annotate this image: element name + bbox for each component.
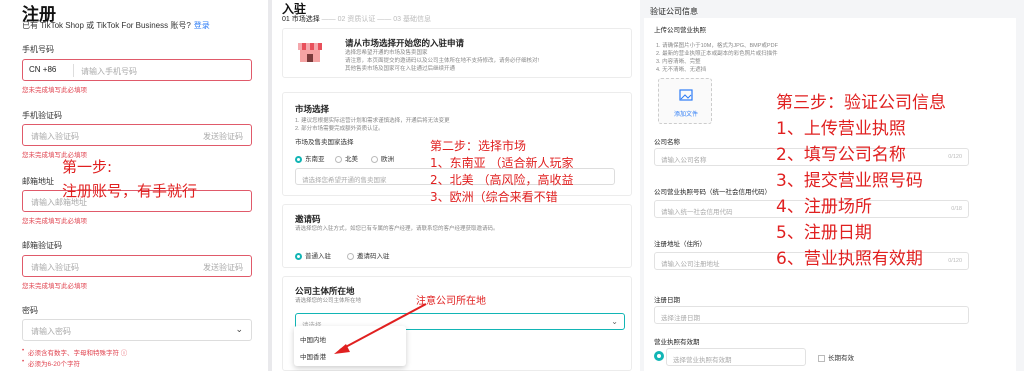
license-number-label: 公司营业执照号码（统一社会信用代码） xyxy=(654,189,771,196)
location-title: 公司主体所在地 xyxy=(295,286,355,296)
country-code-select[interactable]: CN +86 xyxy=(29,65,56,74)
step1-annotation-text: 注册账号，有手就行 xyxy=(62,182,198,200)
email-label: 邮箱地址 xyxy=(22,177,54,186)
invite-card: 邀请码 请选择您的入驻方式，如您已有专属的客户经理，请联系您的客户经理获取邀请码… xyxy=(282,204,632,268)
phone-code-label: 手机验证码 xyxy=(22,111,62,120)
password-label: 密码 xyxy=(22,306,38,315)
license-upload-label: 上传公司营业执照 xyxy=(654,27,706,34)
phone-field[interactable]: CN +86 请输入手机号码 xyxy=(22,59,252,81)
register-panel: 注册 已有 TikTok Shop 或 TikTok For Business … xyxy=(0,0,268,371)
email-code-field[interactable]: 请输入验证码 发送验证码 xyxy=(22,255,252,277)
phone-code-field[interactable]: 请输入验证码 发送验证码 xyxy=(22,124,252,146)
radio-na[interactable]: 北美 xyxy=(335,153,358,163)
email-error: 您未完成填写此必填项 xyxy=(22,218,87,225)
storefront-icon xyxy=(298,43,322,62)
dropdown-option[interactable]: 中国内地 xyxy=(300,334,326,344)
radio-invite[interactable]: 邀请码入驻 xyxy=(347,250,390,260)
invite-title: 邀请码 xyxy=(295,214,321,224)
bullet-dot: • xyxy=(22,359,25,365)
step-1: 01 市场选择 xyxy=(282,16,320,23)
reg-date-picker[interactable]: 选择注册日期 xyxy=(654,306,969,324)
validity-radio[interactable] xyxy=(654,351,664,361)
password-hint: 必须含有数字、字母和特殊字符 ⓘ xyxy=(28,350,128,357)
phone-placeholder: 请输入手机号码 xyxy=(81,67,137,76)
image-upload-icon xyxy=(679,89,693,101)
eye-toggle-icon[interactable]: ⌄ xyxy=(235,324,243,335)
radio-sea[interactable]: 东南亚 xyxy=(295,153,325,163)
intro-title: 请从市场选择开始您的入驻申请 xyxy=(345,38,465,48)
section-title: 验证公司信息 xyxy=(650,7,698,16)
company-name-label: 公司名称 xyxy=(654,139,680,146)
phone-label: 手机号码 xyxy=(22,45,54,54)
step-2: 02 资质认证 xyxy=(337,16,376,23)
country-label: 市场及售卖国家选择 xyxy=(295,139,354,146)
onboarding-panel: 入驻 01 市场选择 —— 02 资质认证 —— 03 基础信息 请从市场选择开… xyxy=(272,0,640,371)
reg-date-label: 注册日期 xyxy=(654,297,680,304)
step1-annotation: 第一步: xyxy=(62,158,113,176)
long-term-checkbox[interactable]: 长期有效 xyxy=(818,352,854,362)
market-title: 市场选择 xyxy=(295,104,330,114)
send-phone-code-button[interactable]: 发送验证码 xyxy=(203,131,243,142)
intro-card: 请从市场选择开始您的入驻申请 选择您希望开通的市场及售卖国家 请注意，本页面提交… xyxy=(282,28,632,78)
step-3: 03 基础信息 xyxy=(393,16,431,23)
password-hint: 必须为6-20个字符 xyxy=(28,361,81,368)
bullet-dot: • xyxy=(22,348,25,354)
step-indicator: 01 市场选择 —— 02 资质认证 —— 03 基础信息 xyxy=(282,16,431,23)
chevron-down-icon: ⌄ xyxy=(611,317,618,326)
dropdown-option[interactable]: 中国香港 xyxy=(300,351,326,361)
arrow-icon xyxy=(334,303,427,354)
password-field[interactable]: 请输入密码 ⌄ xyxy=(22,319,252,341)
step3-annotation: 第三步：验证公司信息 xyxy=(776,93,946,113)
validity-label: 营业执照有效期 xyxy=(654,339,700,346)
validity-picker[interactable]: 选择营业执照有效期 xyxy=(666,348,806,366)
radio-normal[interactable]: 普通入驻 xyxy=(295,250,331,260)
phone-error: 您未完成填写此必填项 xyxy=(22,87,87,94)
radio-eu[interactable]: 欧洲 xyxy=(371,153,394,163)
email-code-label: 邮箱验证码 xyxy=(22,241,62,250)
step2-annotation: 第二步：选择市场 xyxy=(430,139,527,153)
upload-button[interactable]: 添加文件 xyxy=(658,78,712,124)
login-prompt: 已有 TikTok Shop 或 TikTok For Business 账号?… xyxy=(22,21,210,30)
address-label: 注册地址（住所） xyxy=(654,241,706,248)
send-email-code-button[interactable]: 发送验证码 xyxy=(203,262,243,273)
company-verify-panel: 验证公司信息 上传公司营业执照 1. 请确保图片小于10M，格式为JPG、BMP… xyxy=(640,0,1024,371)
email-code-error: 您未完成填写此必填项 xyxy=(22,283,87,290)
login-link[interactable]: 登录 xyxy=(194,21,210,30)
